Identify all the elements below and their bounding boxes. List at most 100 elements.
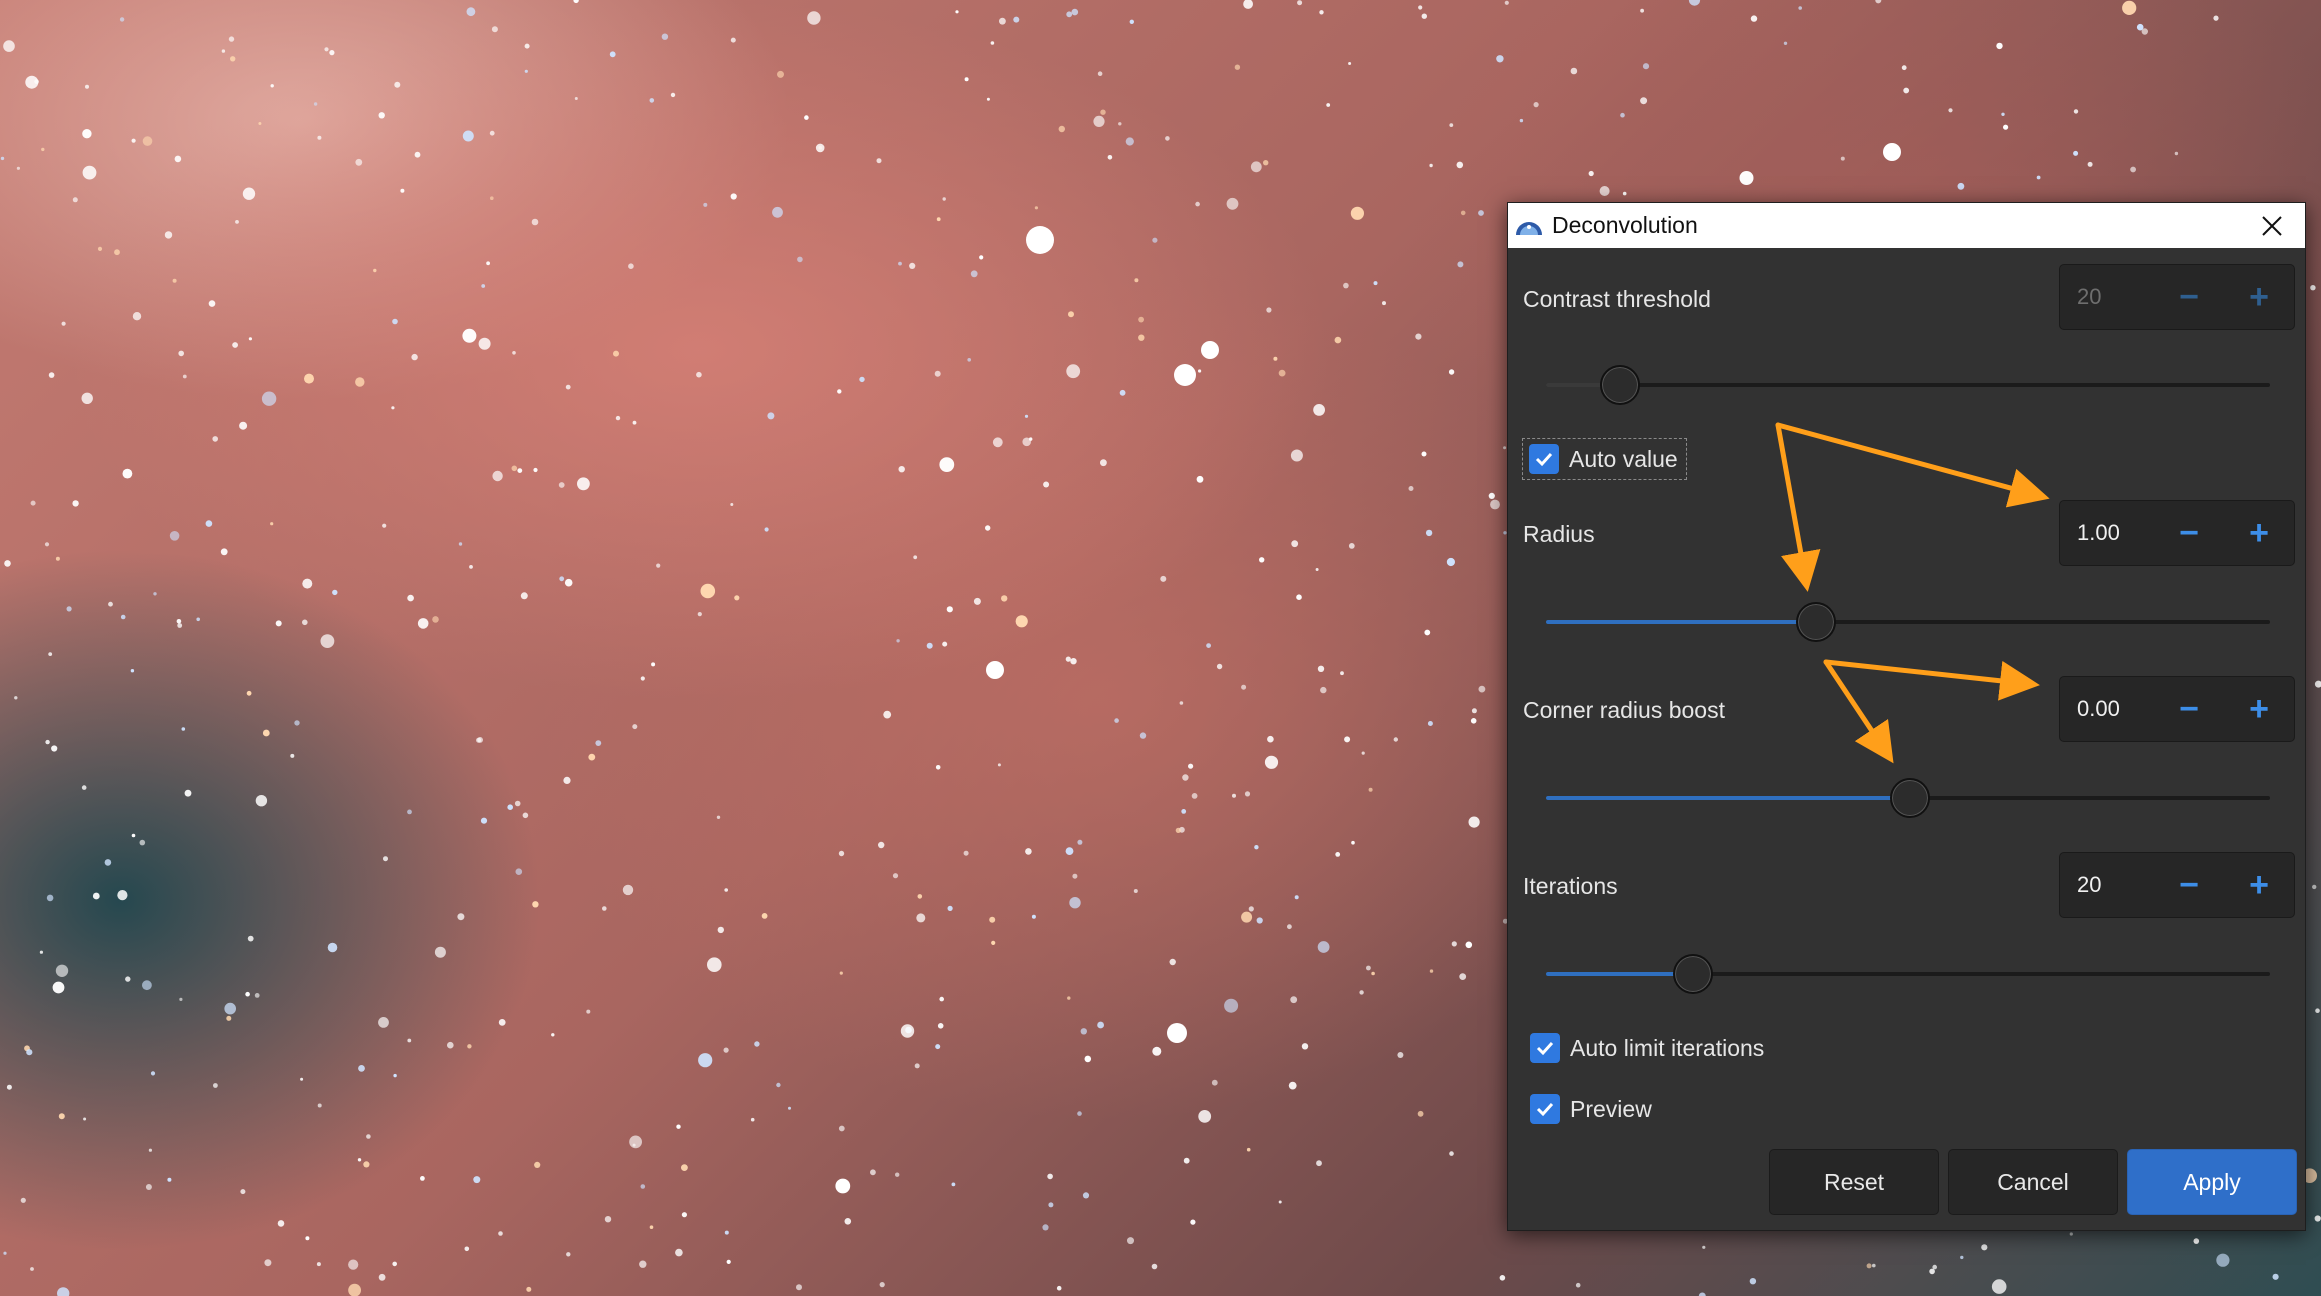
contrast-threshold-increment-button[interactable]: + [2224,265,2294,329]
bright-star [1201,341,1219,359]
star [1025,848,1032,855]
star [212,436,218,442]
star [566,1252,571,1257]
star [1034,206,1038,210]
star [2001,112,2005,117]
radius-value[interactable]: 1.00 [2060,520,2154,546]
star [2003,124,2009,130]
star [1232,793,1236,798]
star [577,477,590,491]
star [1288,1081,1297,1090]
star [246,690,252,696]
star [730,37,736,43]
star [1068,311,1074,318]
star [294,720,300,726]
star [703,202,708,207]
star [1798,6,1802,10]
star [1901,65,1907,71]
slider-handle[interactable] [1795,602,1836,642]
star [639,1260,647,1268]
star [55,964,69,977]
corner-radius-boost-slider[interactable] [1546,778,2270,818]
star [117,890,128,901]
radius-slider[interactable] [1546,602,2270,642]
auto-value-checkbox[interactable]: Auto value [1522,438,1687,480]
star [1840,156,1845,161]
close-button[interactable] [2239,203,2305,248]
star [1875,0,1882,4]
preview-checkbox[interactable]: Preview [1523,1089,1652,1129]
star [55,556,60,561]
star [148,1148,152,1152]
star [478,337,491,350]
iterations-spinbox[interactable]: 20 − + [2059,852,2295,918]
contrast-threshold-spinbox[interactable]: 20 − + [2059,264,2295,330]
iterations-slider[interactable] [1546,954,2270,994]
star [796,1284,802,1291]
contrast-threshold-value[interactable]: 20 [2060,284,2154,310]
dialog-title: Deconvolution [1552,212,1698,238]
star [997,763,1001,767]
star [1470,718,1477,724]
star [3,40,15,52]
star [1468,816,1480,828]
star [304,373,314,384]
iterations-increment-button[interactable]: + [2224,853,2294,917]
apply-button[interactable]: Apply [2127,1149,2297,1215]
star [2312,884,2317,890]
star [656,563,661,568]
iterations-value[interactable]: 20 [2060,872,2154,898]
star [515,868,523,875]
star [1290,449,1303,462]
star [1211,1079,1218,1086]
reset-button[interactable]: Reset [1769,1149,1939,1215]
star [48,652,53,656]
star [139,839,146,846]
star [4,560,11,567]
star [764,527,769,532]
slider-handle[interactable] [1672,954,1713,994]
star [270,522,274,526]
star [469,565,473,569]
slider-handle[interactable] [1600,365,1641,405]
star [131,138,136,143]
star [2193,1238,2200,1244]
star [300,1077,304,1081]
corner-radius-boost-value[interactable]: 0.00 [2060,696,2154,722]
contrast-threshold-slider[interactable] [1546,365,2270,405]
star [1371,971,1375,976]
radius-spinbox[interactable]: 1.00 − + [2059,500,2295,566]
star [2314,1215,2321,1222]
star [1287,924,1292,930]
cancel-button[interactable]: Cancel [1948,1149,2118,1215]
corner-radius-boost-decrement-button[interactable]: − [2154,677,2224,741]
star [1640,8,1644,13]
auto-limit-iterations-checkbox[interactable]: Auto limit iterations [1523,1028,1764,1068]
star [649,98,655,103]
star [588,753,596,761]
star [532,901,539,908]
star [1129,19,1135,24]
corner-radius-boost-spinbox[interactable]: 0.00 − + [2059,676,2295,742]
star [1350,206,1364,220]
dialog-titlebar[interactable]: Deconvolution [1508,203,2305,248]
contrast-threshold-decrement-button[interactable]: − [2154,265,2224,329]
star [676,1124,681,1129]
star [1084,1055,1092,1063]
slider-handle[interactable] [1890,778,1930,818]
star [815,143,825,153]
star [82,165,97,180]
iterations-decrement-button[interactable]: − [2154,853,2224,917]
star [462,328,477,343]
star [1042,1224,1049,1231]
radius-decrement-button[interactable]: − [2154,501,2224,565]
star [57,1287,70,1296]
star [411,353,418,361]
corner-radius-boost-increment-button[interactable]: + [2224,677,2294,741]
star [196,617,200,622]
star [432,616,439,623]
radius-increment-button[interactable]: + [2224,501,2294,565]
plus-icon: + [2249,277,2269,316]
star [534,1161,541,1168]
star [1429,969,1434,973]
